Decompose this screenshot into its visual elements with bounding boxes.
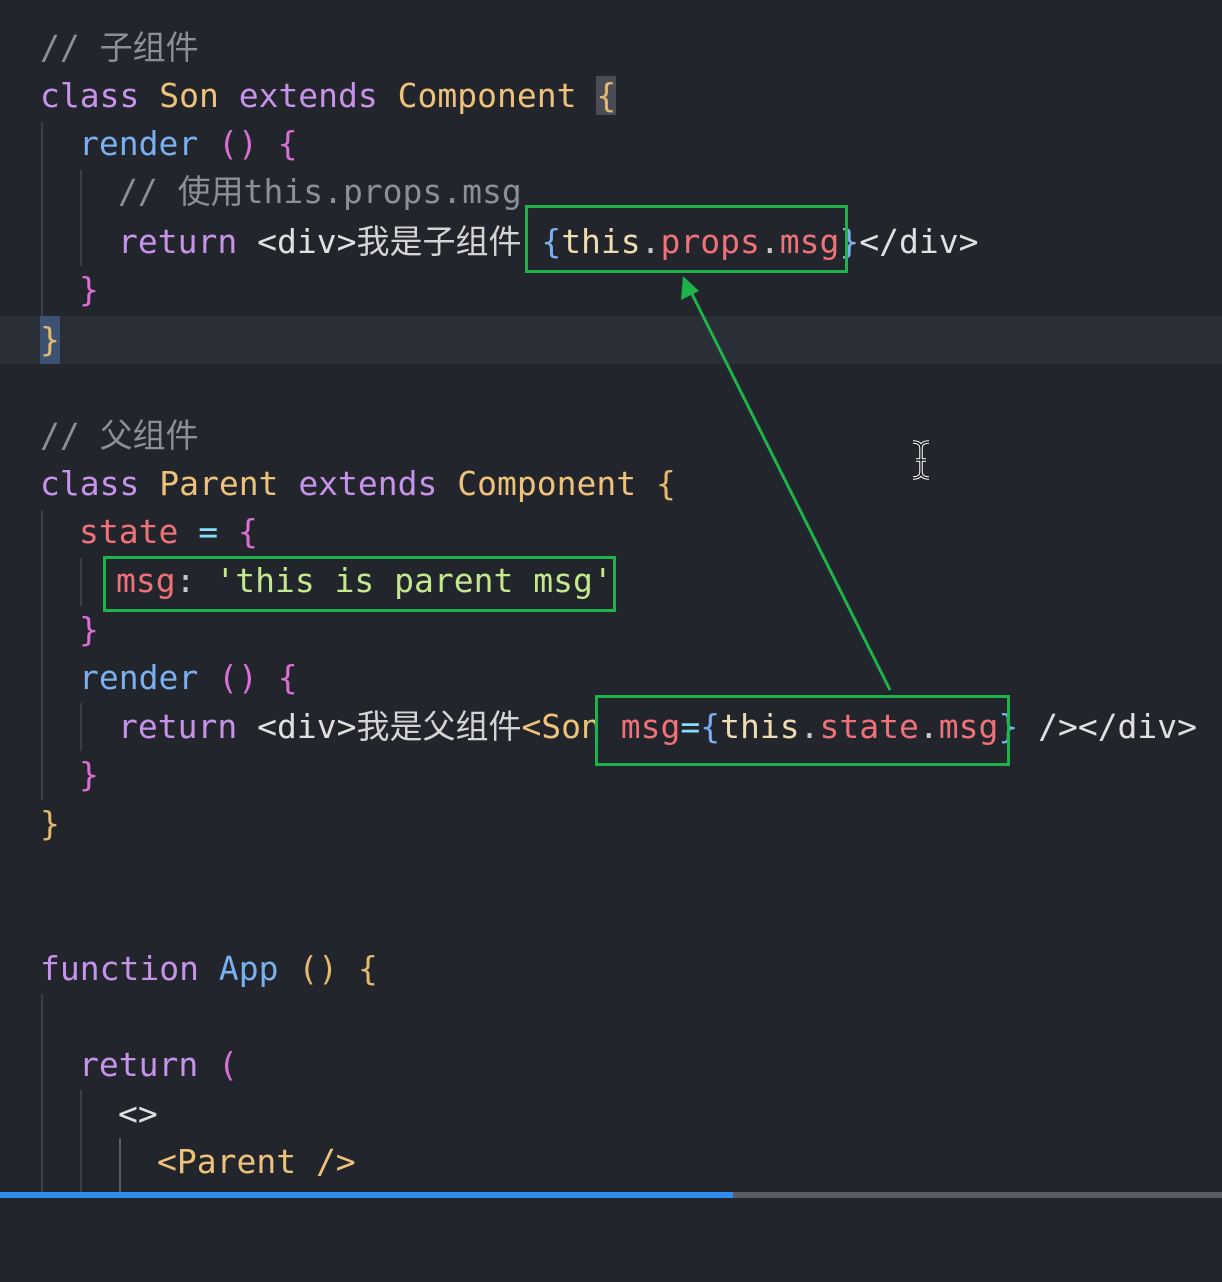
video-progress-bar[interactable] xyxy=(0,1192,1222,1198)
code-editor[interactable]: // 子组件 class Son extends Component { ren… xyxy=(0,0,1222,1198)
annotation-arrow xyxy=(681,276,892,691)
video-progress-fill xyxy=(0,1192,734,1198)
text-cursor-icon xyxy=(912,440,930,480)
